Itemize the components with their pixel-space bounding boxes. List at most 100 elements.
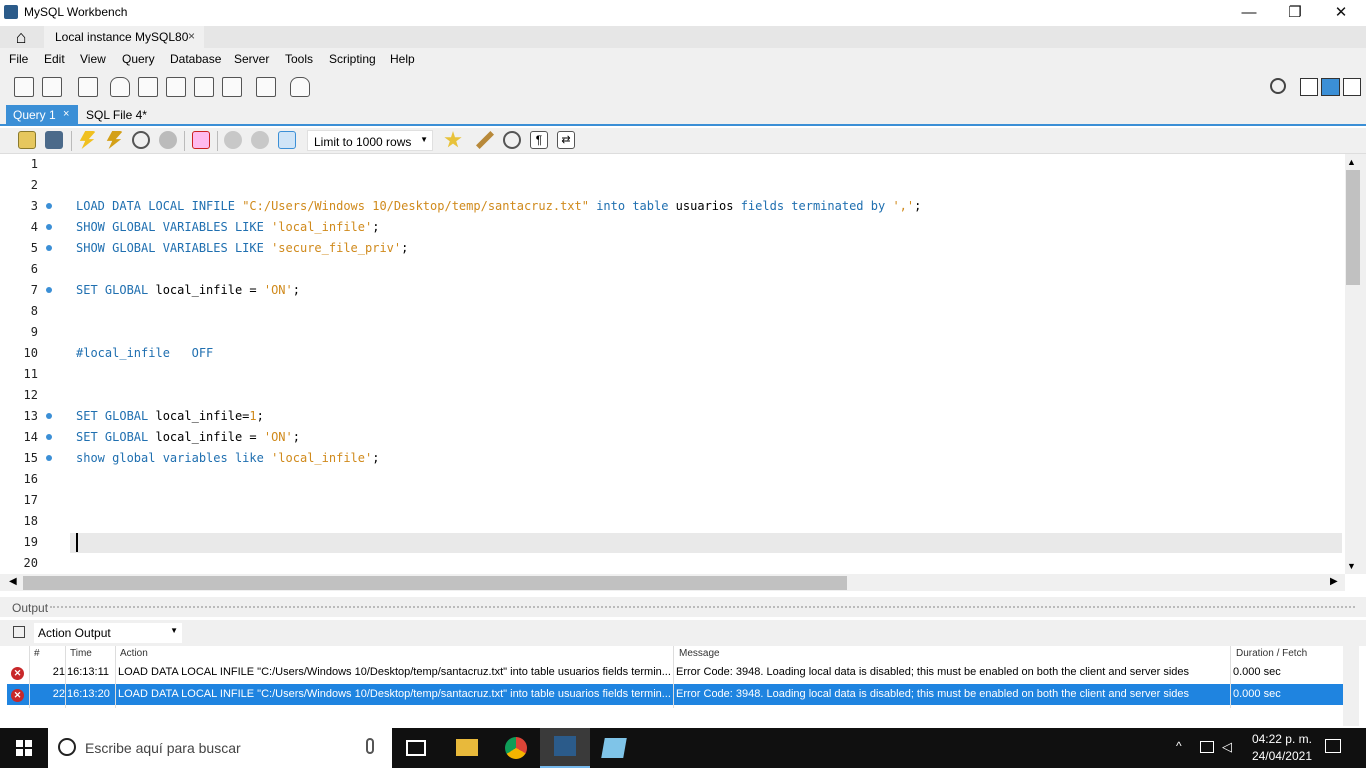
mysql-workbench-taskbar-button[interactable] [540,728,590,768]
home-tab[interactable]: ⌂ [0,26,42,48]
scroll-left-icon[interactable]: ◀ [9,576,17,587]
output-type-select[interactable]: Action Output ▼ [34,623,182,643]
clock-time: 04:22 p. m. [1251,732,1312,746]
rollback-icon[interactable] [251,131,269,149]
preferences-gear-icon[interactable] [1270,78,1286,94]
create-procedure-icon[interactable] [194,77,214,97]
limit-rows-select[interactable]: Limit to 1000 rows ▼ [307,130,433,151]
create-schema-icon[interactable] [110,77,130,97]
minimize-button[interactable]: — [1226,0,1272,26]
code-line-5[interactable]: SHOW GLOBAL VARIABLES LIKE 'secure_file_… [76,238,408,259]
current-line-highlight [70,533,1342,553]
explain-magnifier-icon[interactable] [132,131,150,149]
tab-sql-file-4[interactable]: SQL File 4* [86,108,147,122]
column-header-message[interactable]: Message [679,648,720,659]
column-divider [1230,646,1231,708]
close-tab-icon[interactable]: × [188,29,195,43]
close-window-button[interactable]: ✕ [1318,0,1364,26]
column-header-num[interactable]: # [34,648,40,659]
show-hidden-icons-chevron-up-icon[interactable]: ^ [1176,739,1182,753]
menu-query[interactable]: Query [122,52,155,66]
menu-view[interactable]: View [80,52,106,66]
menu-tools[interactable]: Tools [285,52,313,66]
search-table-data-icon[interactable] [256,77,276,97]
column-header-time[interactable]: Time [70,648,92,659]
scroll-up-icon[interactable]: ▲ [1347,157,1356,167]
line-number: 9 [30,325,38,339]
chrome-icon[interactable] [505,737,527,759]
open-sql-script-icon[interactable] [42,77,62,97]
output-title: Output [12,601,49,615]
row-action: LOAD DATA LOCAL INFILE "C:/Users/Windows… [118,666,670,678]
column-header-action[interactable]: Action [120,648,148,659]
code-line-13[interactable]: SET GLOBAL local_infile=1; [76,406,264,427]
tab-query-1[interactable]: Query 1 × [6,105,78,126]
menu-server[interactable]: Server [234,52,269,66]
column-header-duration[interactable]: Duration / Fetch [1236,648,1307,659]
line-number: 20 [23,556,38,570]
restore-icon: ❐ [1288,4,1302,21]
windows-start-icon[interactable] [16,740,32,756]
create-table-icon[interactable] [138,77,158,97]
line-number: 13 [23,409,38,423]
code-line-14[interactable]: SET GLOBAL local_infile = 'ON'; [76,427,300,448]
toggle-secondary-sidebar-icon[interactable] [1343,78,1361,96]
new-sql-tab-icon[interactable] [14,77,34,97]
menu-edit[interactable]: Edit [44,52,65,66]
taskbar-clock[interactable]: 04:22 p. m. 24/04/2021 [1252,731,1312,765]
task-view-icon[interactable] [406,740,426,756]
splitter-handle[interactable] [50,606,1355,610]
connection-tab-local-instance[interactable]: Local instance MySQL80 × [44,26,204,48]
code-line-10[interactable]: #local_infile OFF [76,343,213,364]
save-icon[interactable] [45,131,63,149]
create-function-icon[interactable] [222,77,242,97]
copy-output-icon[interactable] [13,626,25,638]
toggle-sidebar-icon[interactable] [1300,78,1318,96]
commit-icon[interactable] [224,131,242,149]
code-line-7[interactable]: SET GLOBAL local_infile = 'ON'; [76,280,300,301]
toggle-continue-on-error-icon[interactable] [192,131,210,149]
menu-file[interactable]: File [9,52,28,66]
menu-database[interactable]: Database [170,52,221,66]
cortana-icon [58,738,76,756]
menu-help[interactable]: Help [390,52,415,66]
inspector-icon[interactable] [78,77,98,97]
column-divider [115,646,116,708]
line-number: 2 [30,178,38,192]
table-row[interactable]: ✕ 22 16:13:20 LOAD DATA LOCAL INFILE "C:… [7,684,1343,705]
editor-horizontal-scroll-thumb[interactable] [23,576,847,590]
volume-icon[interactable]: ◁ [1222,739,1232,755]
window-title: MySQL Workbench [24,5,128,19]
code-line-4[interactable]: SHOW GLOBAL VARIABLES LIKE 'local_infile… [76,217,379,238]
row-action: LOAD DATA LOCAL INFILE "C:/Users/Windows… [118,688,670,700]
editor-vertical-scroll-thumb[interactable] [1346,170,1360,285]
close-tab-icon[interactable]: × [63,108,69,120]
home-icon: ⌂ [15,27,27,47]
scroll-right-icon[interactable]: ▶ [1330,576,1338,587]
taskbar-search-box[interactable]: Escribe aquí para buscar [48,728,392,768]
create-view-icon[interactable] [166,77,186,97]
open-file-icon[interactable] [18,131,36,149]
word-wrap-icon[interactable]: ⇄ [557,131,575,149]
code-line-15[interactable]: show global variables like 'local_infile… [76,448,379,469]
toggle-output-icon[interactable] [1321,78,1340,96]
output-vertical-scrollbar[interactable] [1343,646,1359,726]
notifications-icon[interactable] [1325,739,1341,753]
scroll-down-icon[interactable]: ▼ [1347,561,1356,571]
restore-button[interactable]: ❐ [1272,0,1318,26]
invisible-characters-icon[interactable]: ¶ [530,131,548,149]
microphone-icon[interactable] [366,738,374,754]
network-icon[interactable] [1200,741,1214,753]
row-duration: 0.000 sec [1233,666,1281,678]
autocommit-toggle-icon[interactable] [278,131,296,149]
table-row[interactable]: ✕ 21 16:13:11 LOAD DATA LOCAL INFILE "C:… [7,662,1343,683]
reconnect-icon[interactable] [290,77,310,97]
close-icon: ✕ [1334,4,1348,21]
stop-icon[interactable] [159,131,177,149]
file-explorer-icon[interactable] [456,739,478,756]
notepad-app-icon[interactable] [601,738,627,758]
error-icon: ✕ [11,689,24,702]
code-line-3[interactable]: LOAD DATA LOCAL INFILE "C:/Users/Windows… [76,196,921,217]
find-icon[interactable] [503,131,521,149]
menu-scripting[interactable]: Scripting [329,52,376,66]
